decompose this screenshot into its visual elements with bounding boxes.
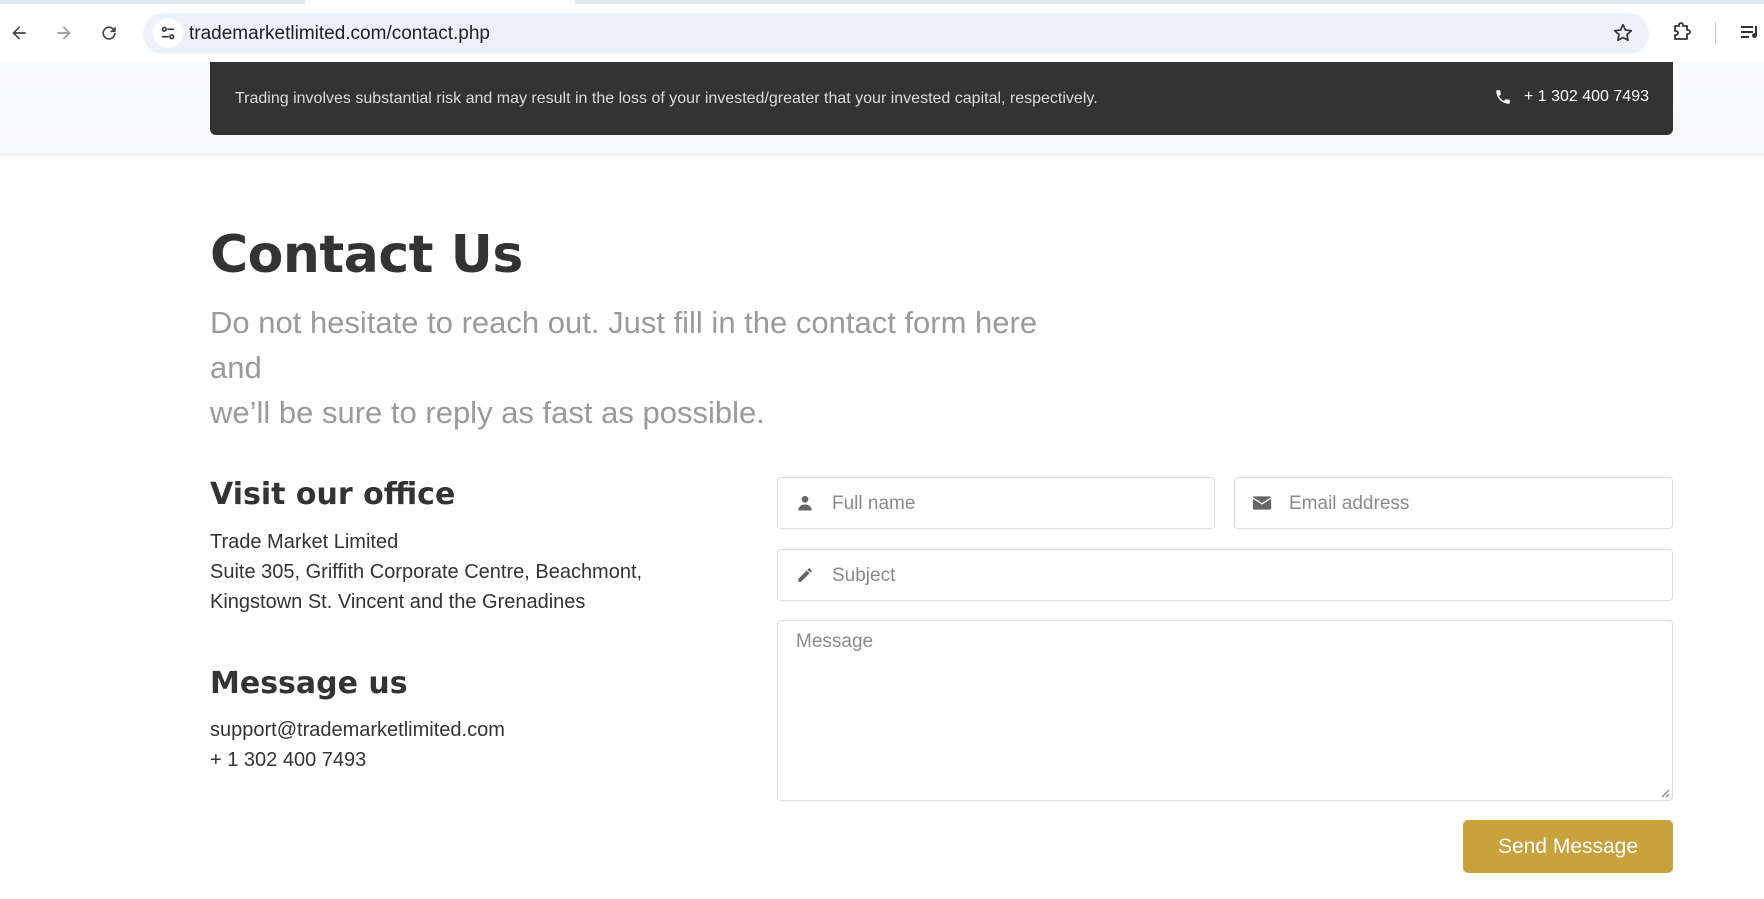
puzzle-icon bbox=[1674, 22, 1691, 40]
arrow-right-icon bbox=[57, 26, 71, 40]
subtitle-line: Do not hesitate to reach out. Just fill … bbox=[210, 305, 1038, 385]
browser-toolbar: trademarketlimited.com/contact.php bbox=[0, 0, 1764, 63]
playlist-icon bbox=[1741, 26, 1757, 38]
tab-strip bbox=[0, 0, 1764, 4]
header-phone[interactable]: + 1 302 400 7493 bbox=[1494, 88, 1649, 106]
message-textarea[interactable] bbox=[778, 621, 1672, 800]
risk-warning-bar: Trading involves substantial risk and ma… bbox=[210, 62, 1673, 135]
email-input[interactable] bbox=[1287, 478, 1664, 530]
reload-button[interactable] bbox=[92, 16, 126, 50]
fullname-input[interactable] bbox=[830, 478, 1206, 530]
subject-input[interactable] bbox=[830, 550, 1664, 602]
office-address: Trade Market Limited Suite 305, Griffith… bbox=[210, 527, 642, 617]
header-phone-number: + 1 302 400 7493 bbox=[1523, 88, 1649, 105]
support-phone[interactable]: + 1 302 400 7493 bbox=[210, 745, 505, 775]
support-email-link[interactable]: support@trademarketlimited.com bbox=[210, 715, 505, 745]
company-name: Trade Market Limited bbox=[210, 531, 399, 553]
bookmark-button[interactable] bbox=[1611, 21, 1635, 45]
address-bar[interactable]: trademarketlimited.com/contact.php bbox=[143, 13, 1649, 54]
user-icon bbox=[794, 492, 816, 514]
message-us-contacts: support@trademarketlimited.com + 1 302 4… bbox=[210, 715, 505, 775]
arrow-left-icon bbox=[12, 26, 26, 40]
subtitle-line: we’ll be sure to reply as fast as possib… bbox=[210, 395, 765, 430]
pencil-icon bbox=[794, 564, 816, 586]
message-field[interactable] bbox=[777, 620, 1673, 801]
forward-button[interactable] bbox=[47, 16, 81, 50]
tune-icon bbox=[161, 26, 175, 40]
active-tab-indicator bbox=[305, 0, 575, 4]
url-text[interactable]: trademarketlimited.com/contact.php bbox=[189, 23, 490, 45]
message-us-heading: Message us bbox=[210, 666, 408, 701]
extensions-button[interactable] bbox=[1667, 18, 1697, 48]
phone-icon bbox=[1496, 90, 1510, 104]
subject-field[interactable] bbox=[777, 549, 1673, 602]
toolbar-divider bbox=[1715, 22, 1716, 44]
office-heading: Visit our office bbox=[210, 477, 456, 512]
resize-handle-icon[interactable] bbox=[1658, 786, 1670, 798]
address-line: Suite 305, Griffith Corporate Centre, Be… bbox=[210, 561, 643, 583]
email-field[interactable] bbox=[1234, 477, 1673, 530]
envelope-icon bbox=[1251, 492, 1273, 514]
star-icon bbox=[1613, 23, 1633, 42]
address-line: Kingstown St. Vincent and the Grenadines bbox=[210, 591, 586, 613]
reload-icon bbox=[102, 26, 116, 40]
page-title: Contact Us bbox=[210, 225, 523, 285]
back-button[interactable] bbox=[2, 16, 36, 50]
send-message-button[interactable]: Send Message bbox=[1463, 820, 1673, 873]
risk-warning-text: Trading involves substantial risk and ma… bbox=[235, 90, 1098, 107]
site-info-button[interactable] bbox=[153, 18, 183, 48]
reading-list-button[interactable] bbox=[1736, 18, 1764, 48]
fullname-field[interactable] bbox=[777, 477, 1215, 530]
page-subtitle: Do not hesitate to reach out. Just fill … bbox=[210, 300, 1050, 435]
